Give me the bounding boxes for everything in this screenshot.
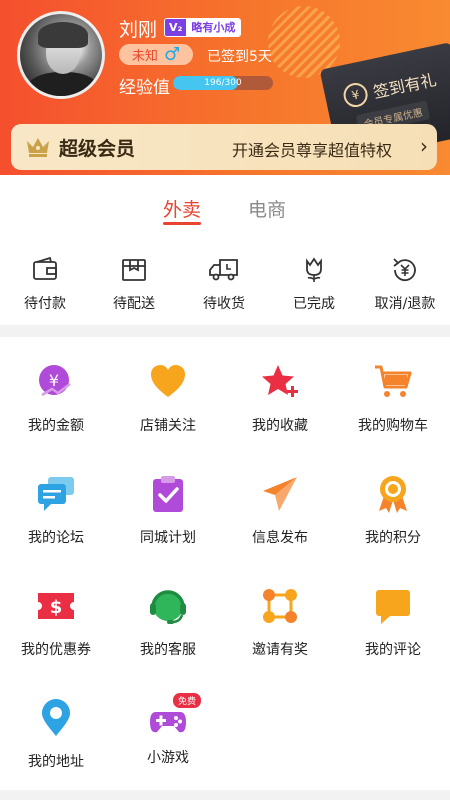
order-pending-payment[interactable]: 待付款: [0, 255, 90, 313]
chevron-right-icon: ›: [420, 134, 428, 158]
grid-label: 小游戏: [147, 750, 189, 766]
vip-banner[interactable]: 超级会员 开通会员尊享超值特权 ›: [11, 124, 437, 170]
level-badge: V₂ 略有小成: [164, 18, 242, 37]
heart-icon: [151, 365, 185, 397]
svg-text:$: $: [50, 597, 63, 618]
clipboard-icon: [153, 476, 183, 512]
signed-days: 已签到5天: [207, 49, 272, 65]
grid-label: 同城计划: [140, 530, 196, 546]
package-icon: [122, 259, 146, 281]
order-tabs: 外卖 电商: [0, 195, 450, 235]
order-cancel-refund[interactable]: 取消/退款: [360, 255, 450, 313]
chat-icon: [38, 477, 74, 511]
bottom-divider: [0, 790, 450, 800]
gamepad-icon-wrapper: 免费: [148, 692, 203, 738]
gender-text: 未知: [131, 49, 158, 64]
grid-my-points[interactable]: 我的积分: [337, 474, 449, 547]
grid-label: 我的评论: [365, 642, 421, 658]
order-label: 待付款: [24, 296, 66, 312]
grid-label: 我的收藏: [252, 418, 308, 434]
gender-pill: 未知 ♂: [119, 44, 193, 65]
order-completed[interactable]: 已完成: [269, 255, 359, 313]
grid-my-comments[interactable]: 我的评论: [337, 586, 449, 659]
grid-label: 邀请有奖: [252, 642, 308, 658]
grid-mini-games[interactable]: 免费 小游戏: [112, 692, 224, 767]
grid-label: 我的购物车: [358, 418, 428, 434]
grid-publish-info[interactable]: 信息发布: [224, 474, 336, 547]
cart-icon: [375, 365, 412, 397]
grid-my-forum[interactable]: 我的论坛: [0, 474, 112, 547]
grid-label: 我的积分: [365, 530, 421, 546]
grid-my-balance[interactable]: ¥ 我的金额: [0, 362, 112, 435]
order-status-row: 待付款 待配送 待收货 已完成 取消/退款: [0, 255, 450, 325]
order-pending-receipt[interactable]: 待收货: [179, 255, 269, 313]
exp-progress-text: 196/300: [204, 78, 242, 88]
tab-active-indicator: [163, 222, 201, 225]
grid-label: 店铺关注: [140, 418, 196, 434]
vip-description: 开通会员尊享超值特权: [232, 141, 393, 160]
grid-invite-reward[interactable]: 邀请有奖: [224, 586, 336, 659]
comment-icon: [376, 590, 410, 624]
grid-label: 我的地址: [28, 754, 84, 770]
section-divider: [0, 325, 450, 337]
medal-icon: [379, 476, 407, 513]
crown-icon: [27, 138, 49, 157]
tab-ecommerce[interactable]: 电商: [248, 195, 286, 222]
grid-city-plan[interactable]: 同城计划: [112, 474, 224, 547]
refund-icon: [393, 258, 416, 282]
grid-my-cart[interactable]: 我的购物车: [337, 362, 449, 435]
order-pending-delivery[interactable]: 待配送: [89, 255, 179, 313]
exp-progress-bar: 196/300: [173, 76, 273, 90]
order-label: 待收货: [203, 296, 245, 312]
network-icon: [263, 589, 297, 623]
level-number: V₂: [165, 19, 187, 36]
tab-takeout[interactable]: 外卖: [163, 195, 201, 222]
order-label: 取消/退款: [374, 296, 436, 312]
star-icon: [262, 365, 298, 397]
grid-my-service[interactable]: 我的客服: [112, 586, 224, 659]
grid-label: 我的金额: [28, 418, 84, 434]
send-icon: [263, 477, 297, 511]
username: 刘刚: [119, 19, 158, 41]
vip-title: 超级会员: [59, 138, 136, 160]
free-badge: 免费: [172, 692, 203, 709]
male-icon: ♂: [163, 43, 181, 65]
yuan-bag-icon: ¥: [341, 80, 370, 110]
truck-icon: [209, 259, 238, 281]
grid-label: 我的论坛: [28, 530, 84, 546]
level-title: 略有小成: [186, 19, 241, 36]
wallet-icon: [33, 256, 57, 280]
order-label: 待配送: [113, 296, 155, 312]
money-icon: ¥: [39, 365, 71, 397]
exp-label: 经验值: [119, 78, 170, 98]
grid-my-favorites[interactable]: 我的收藏: [224, 362, 336, 435]
sign-in-title: 签到有礼: [371, 70, 439, 103]
grid-my-coupons[interactable]: $ 我的优惠券: [0, 586, 112, 659]
grid-label: 信息发布: [252, 530, 308, 546]
grid-label: 我的客服: [140, 642, 196, 658]
grid-store-follow[interactable]: 店铺关注: [112, 362, 224, 435]
grid-my-address[interactable]: 我的地址: [0, 698, 112, 771]
headset-icon: [150, 590, 186, 624]
coupon-icon: $: [38, 593, 74, 619]
location-icon: [42, 699, 70, 736]
avatar[interactable]: [17, 11, 105, 99]
order-label: 已完成: [293, 296, 335, 312]
flower-icon: [306, 257, 322, 282]
svg-text:¥: ¥: [49, 371, 59, 390]
grid-label: 我的优惠券: [21, 642, 91, 658]
